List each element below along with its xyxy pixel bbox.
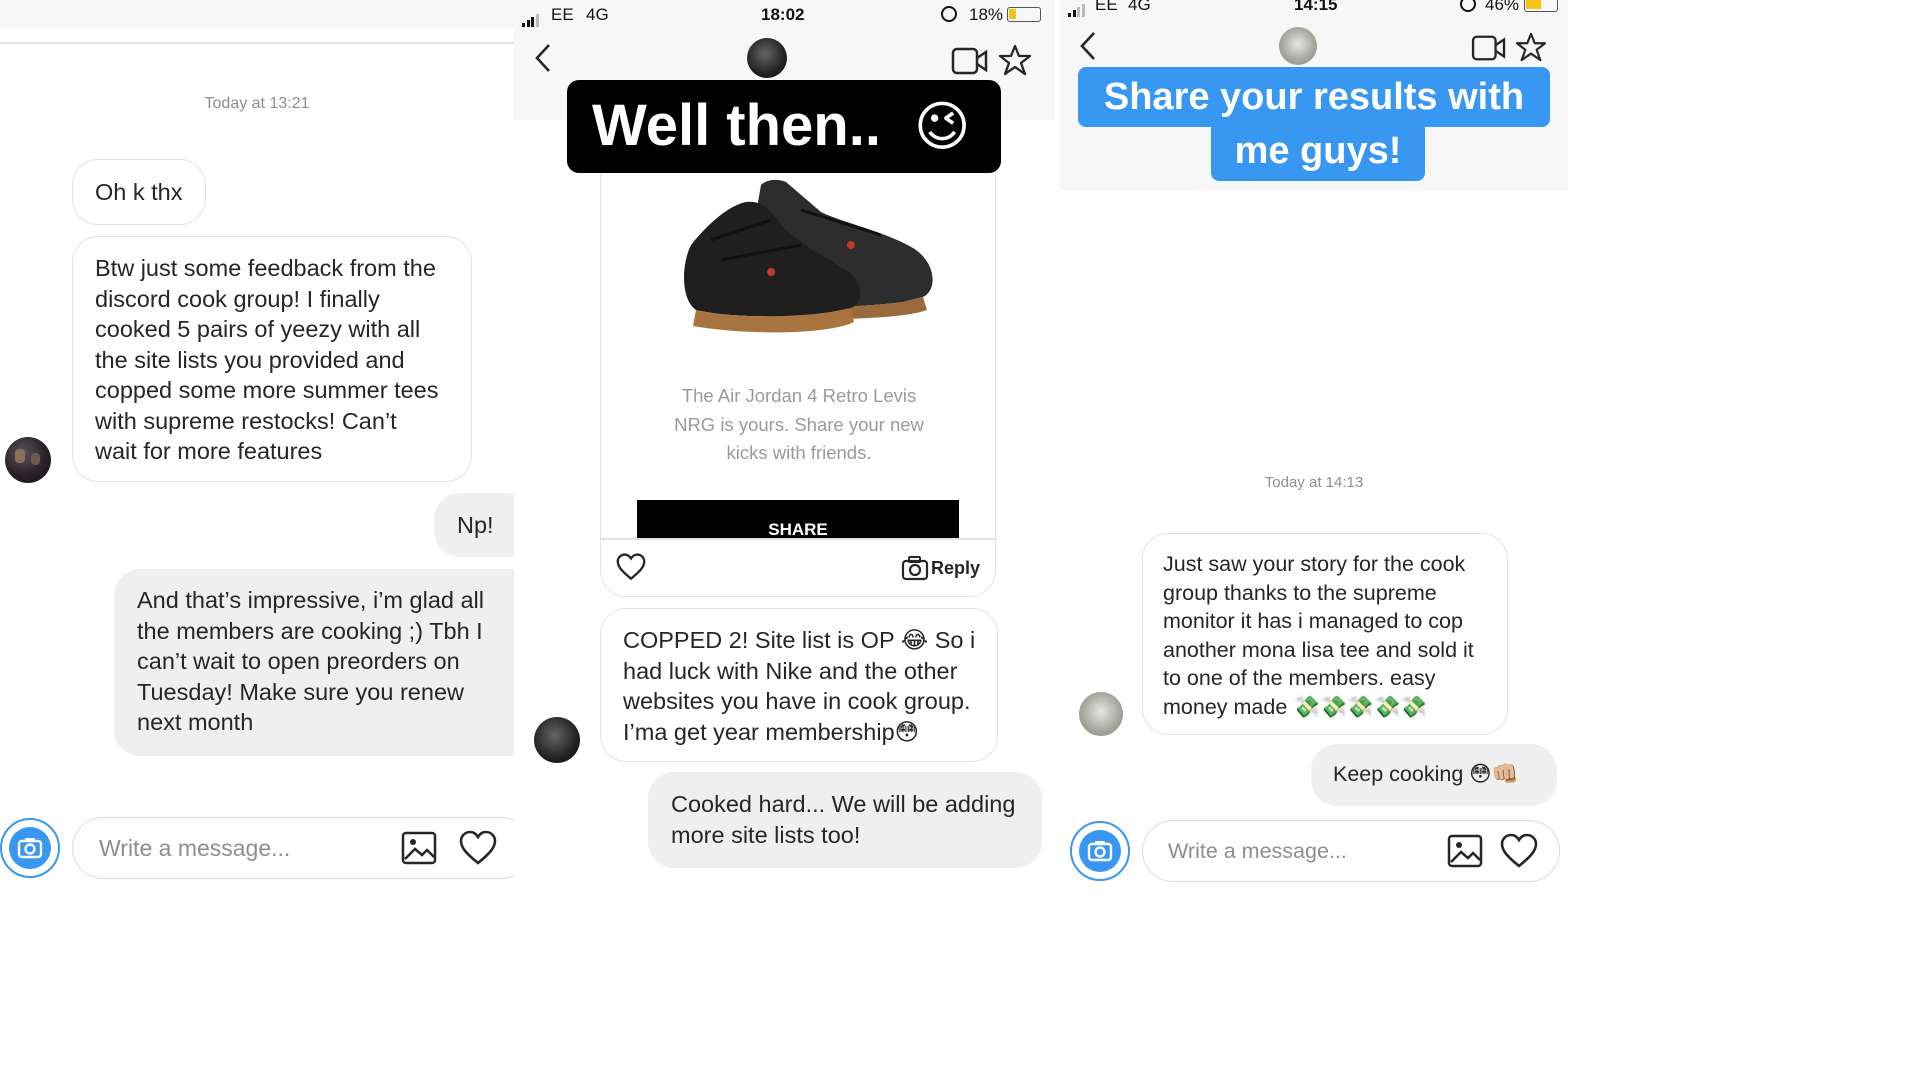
outgoing-message: Cooked hard... We will be adding more si… bbox=[648, 772, 1042, 868]
shared-post-caption: The Air Jordan 4 Retro Levis NRG is your… bbox=[674, 385, 924, 463]
status-bar: EE 4G 18:02 18% bbox=[514, 0, 1055, 30]
shared-post-card[interactable]: The Air Jordan 4 Retro Levis NRG is your… bbox=[600, 120, 997, 597]
camera-button[interactable] bbox=[1070, 821, 1130, 881]
video-call-icon[interactable] bbox=[951, 45, 989, 82]
network-label: 4G bbox=[586, 5, 609, 24]
clock: 14:15 bbox=[1294, 0, 1338, 14]
carrier-label: EE bbox=[551, 5, 574, 24]
message-composer[interactable]: Write a message... bbox=[1142, 820, 1560, 882]
story-sticker: Well then.. 😉 bbox=[567, 80, 1001, 173]
header-divider bbox=[0, 42, 514, 44]
star-icon[interactable] bbox=[1515, 32, 1547, 67]
story-sticker-line-1: Share your results with bbox=[1078, 67, 1550, 127]
top-bar-remnant bbox=[0, 0, 514, 28]
outgoing-message: Keep cooking 😳👊🏼 bbox=[1311, 744, 1557, 806]
signal-icon bbox=[1068, 0, 1086, 17]
battery-level bbox=[1526, 0, 1541, 9]
sticker-text: Well then.. bbox=[592, 93, 881, 158]
chat-panel-2: EE 4G 18:02 18% The Air Jordan 4 Retro L… bbox=[514, 0, 1055, 884]
heart-icon[interactable] bbox=[616, 553, 646, 586]
outgoing-message: Np! bbox=[434, 493, 514, 557]
battery-percent: 18% bbox=[969, 5, 1004, 24]
chat-timestamp: Today at 14:13 bbox=[1264, 474, 1364, 491]
battery-percent: 46% bbox=[1485, 0, 1520, 14]
header-edge bbox=[1060, 190, 1568, 191]
incoming-message: Just saw your story for the cook group t… bbox=[1142, 533, 1508, 735]
share-button[interactable]: SHARE bbox=[637, 500, 959, 538]
sneaker-image bbox=[651, 150, 951, 350]
rotation-lock-icon bbox=[1460, 0, 1476, 12]
clock: 18:02 bbox=[761, 5, 805, 24]
camera-icon bbox=[9, 827, 51, 869]
camera-button[interactable] bbox=[0, 818, 60, 878]
chat-timestamp: Today at 13:21 bbox=[204, 95, 310, 112]
video-call-icon[interactable] bbox=[1471, 33, 1507, 68]
message-composer[interactable]: Write a message... bbox=[72, 817, 514, 879]
chat-panel-1: Today at 13:21 Oh k thx Btw just some fe… bbox=[0, 0, 514, 884]
message-input[interactable]: Write a message... bbox=[1168, 839, 1347, 864]
network-label: 4G bbox=[1128, 0, 1151, 14]
back-chevron-icon[interactable] bbox=[1078, 30, 1098, 67]
back-chevron-icon[interactable] bbox=[533, 42, 553, 79]
heart-icon[interactable] bbox=[459, 830, 497, 871]
image-icon[interactable] bbox=[1447, 833, 1483, 874]
status-bar: EE 4G 14:15 46% bbox=[1060, 0, 1568, 20]
avatar[interactable] bbox=[5, 437, 51, 483]
image-icon[interactable] bbox=[401, 830, 437, 871]
carrier-label: EE bbox=[1095, 0, 1118, 14]
avatar[interactable] bbox=[534, 717, 580, 763]
reply-label[interactable]: Reply bbox=[931, 558, 980, 579]
star-icon[interactable] bbox=[998, 44, 1032, 81]
wink-emoji: 😉 bbox=[914, 97, 971, 157]
header-avatar[interactable] bbox=[1279, 27, 1317, 65]
story-sticker-line-2: me guys! bbox=[1211, 124, 1425, 181]
battery-icon bbox=[1007, 7, 1041, 22]
avatar-detail bbox=[31, 453, 40, 465]
signal-icon bbox=[522, 7, 540, 27]
incoming-message: Oh k thx bbox=[72, 159, 206, 225]
battery-icon bbox=[1524, 0, 1558, 12]
outgoing-message: And that’s impressive, i’m glad all the … bbox=[114, 569, 514, 756]
camera-icon bbox=[1079, 830, 1121, 872]
message-input[interactable]: Write a message... bbox=[99, 835, 290, 862]
rotation-lock-icon bbox=[941, 6, 957, 22]
header-avatar[interactable] bbox=[747, 38, 787, 78]
chat-panel-3: EE 4G 14:15 46% Share your results with … bbox=[1060, 0, 1568, 884]
battery-level bbox=[1009, 9, 1016, 19]
heart-icon[interactable] bbox=[1500, 833, 1538, 874]
incoming-message: COPPED 2! Site list is OP 😂 So i had luc… bbox=[600, 608, 998, 762]
avatar[interactable] bbox=[1079, 692, 1123, 736]
reply-camera-icon[interactable] bbox=[901, 555, 929, 586]
incoming-message: Btw just some feedback from the discord … bbox=[72, 236, 472, 482]
avatar-detail bbox=[15, 449, 25, 463]
card-divider bbox=[601, 538, 997, 540]
